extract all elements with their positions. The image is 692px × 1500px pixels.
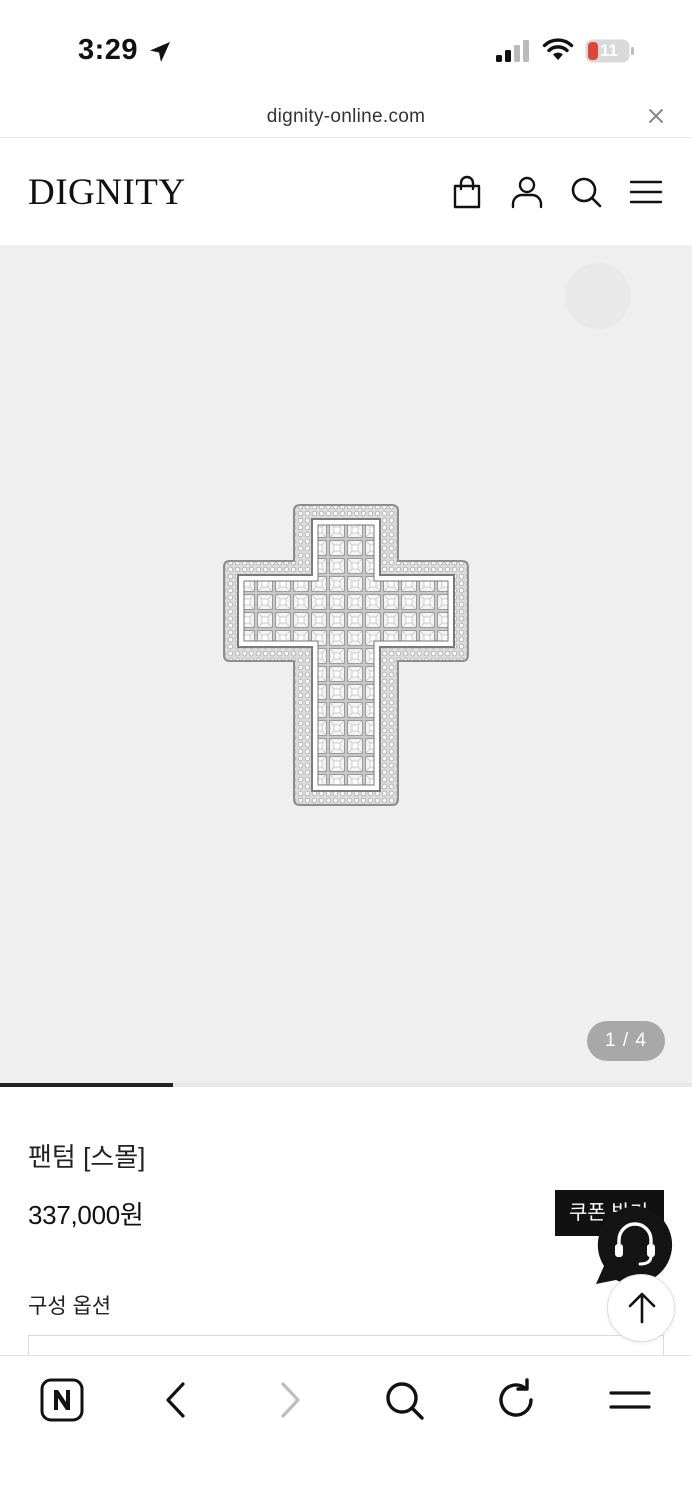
- product-name: 팬텀 [스몰]: [28, 1142, 146, 1172]
- reload-icon[interactable]: [494, 1378, 538, 1422]
- site-logo[interactable]: DIGNITY: [28, 171, 186, 214]
- shopping-bag-icon[interactable]: [450, 175, 484, 209]
- status-time: 3:29: [78, 34, 139, 66]
- scroll-to-top-button[interactable]: [607, 1274, 675, 1342]
- naver-home-icon[interactable]: [40, 1378, 84, 1422]
- wifi-icon: [542, 38, 574, 60]
- option-label: 구성 옵션: [28, 1295, 112, 1318]
- location-arrow-icon: [150, 42, 170, 62]
- wishlist-button[interactable]: [565, 263, 631, 329]
- gallery-progress-fill: [0, 1083, 173, 1087]
- forward-icon[interactable]: [268, 1378, 312, 1422]
- menu-icon[interactable]: [629, 175, 663, 209]
- menu-icon[interactable]: [608, 1378, 652, 1422]
- gallery-progress-track: [0, 1083, 692, 1087]
- cellular-signal-icon: [496, 40, 529, 62]
- arrow-up-icon: [628, 1292, 656, 1324]
- back-icon[interactable]: [154, 1378, 198, 1422]
- product-image-gallery[interactable]: 1 / 4: [0, 245, 692, 1083]
- battery-level: 11: [600, 41, 618, 60]
- browser-bottom-toolbar: [0, 1355, 692, 1500]
- search-icon[interactable]: [569, 175, 603, 209]
- search-icon[interactable]: [382, 1378, 426, 1422]
- site-header: DIGNITY: [0, 139, 692, 245]
- close-icon[interactable]: [646, 106, 666, 126]
- image-counter: 1 / 4: [587, 1021, 665, 1061]
- user-icon[interactable]: [510, 175, 544, 209]
- browser-url-bar[interactable]: dignity-online.com: [0, 96, 692, 138]
- status-bar: 3:29 11: [0, 0, 692, 100]
- product-price: 337,000원: [28, 1200, 144, 1230]
- url-text[interactable]: dignity-online.com: [0, 106, 692, 128]
- product-cross-pendant-image: [223, 504, 469, 806]
